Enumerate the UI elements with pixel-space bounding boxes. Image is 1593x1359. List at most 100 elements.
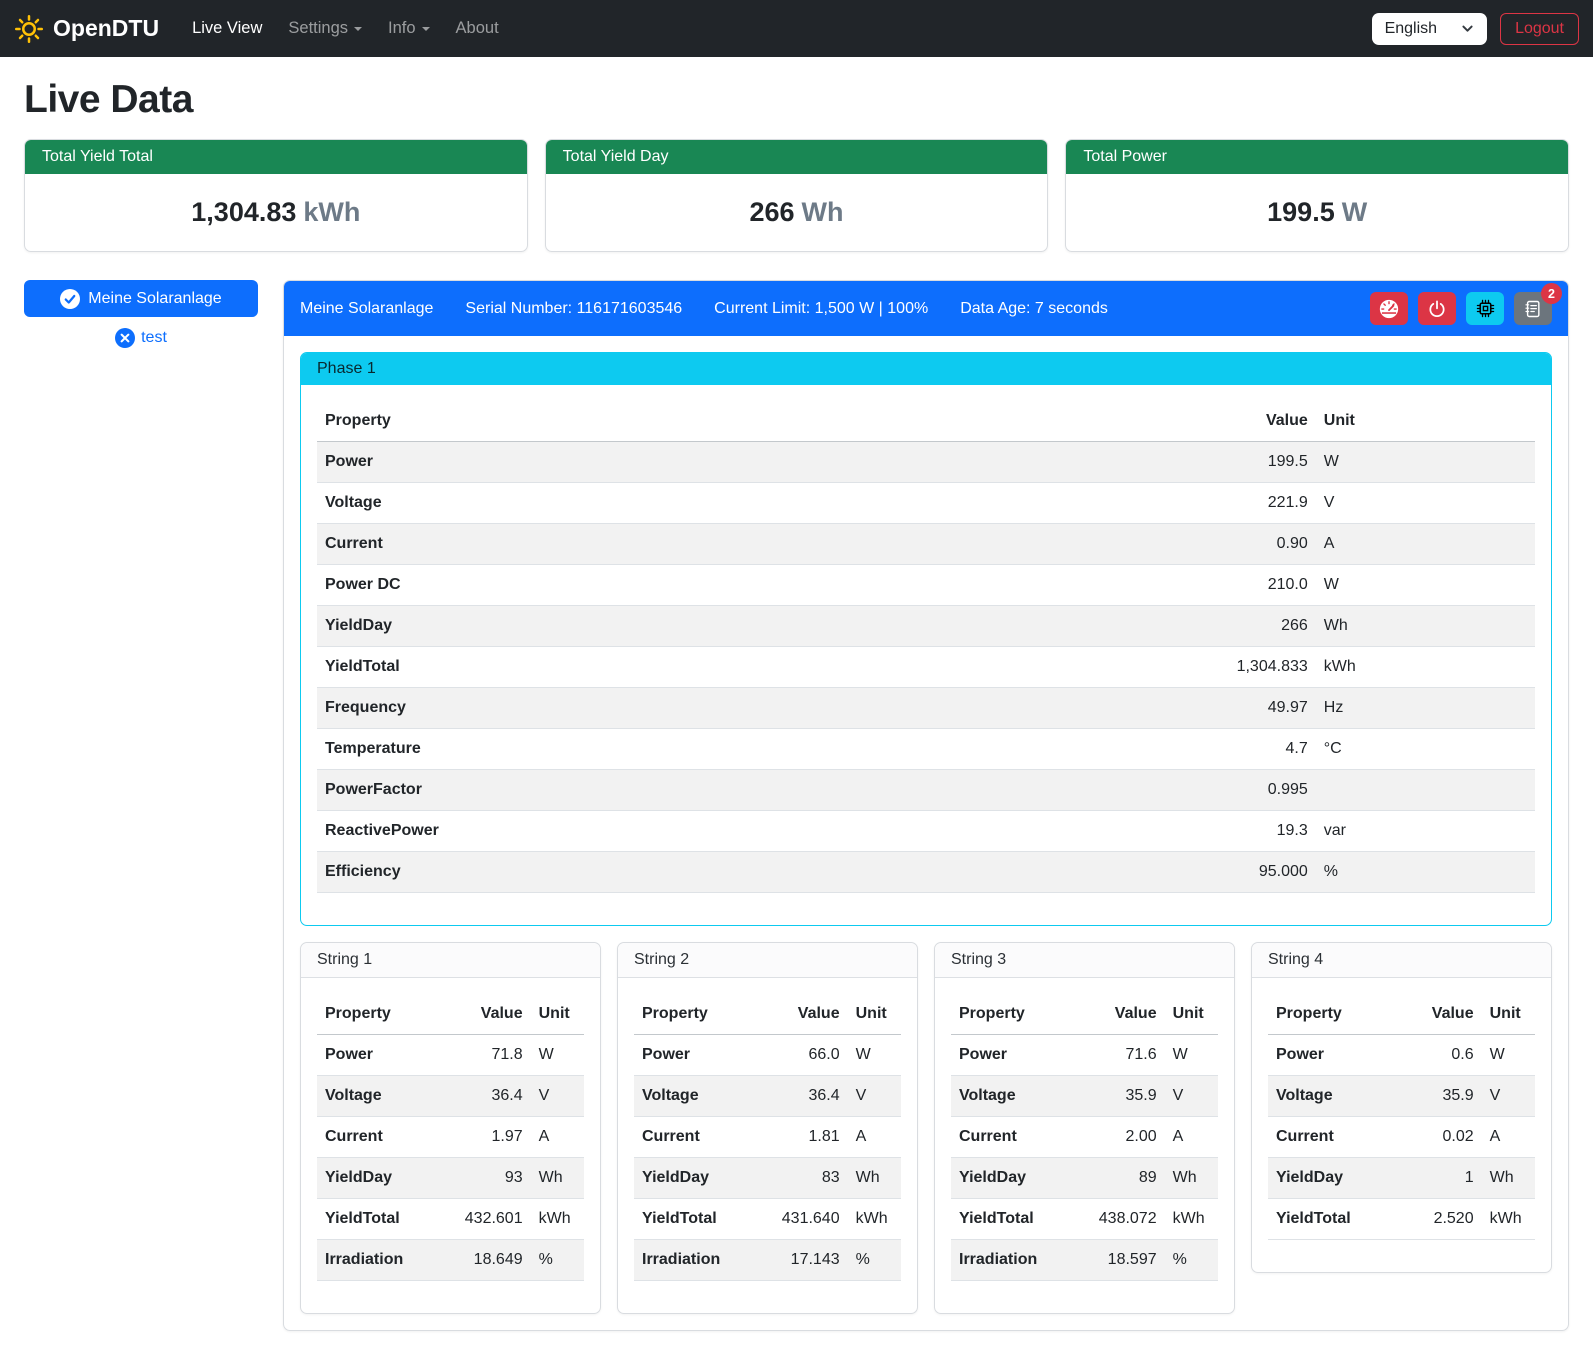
value-cell: 432.601	[437, 1199, 531, 1240]
power-toggle-button[interactable]	[1418, 292, 1456, 325]
value-cell: 2.00	[1071, 1117, 1165, 1158]
table-row: Power66.0W	[634, 1035, 901, 1076]
string-title: String 2	[618, 943, 917, 978]
unit-cell: V	[848, 1076, 901, 1117]
value-cell: 71.6	[1071, 1035, 1165, 1076]
unit-cell: Wh	[1316, 606, 1535, 647]
table-row: Temperature4.7°C	[317, 729, 1535, 770]
column-property: Property	[317, 994, 437, 1035]
column-unit: Unit	[848, 994, 901, 1035]
card-unit: Wh	[802, 197, 844, 227]
card-value: 199.5	[1267, 197, 1335, 227]
column-unit: Unit	[1165, 994, 1218, 1035]
table-header-row: Property Value Unit	[634, 994, 901, 1035]
column-unit: Unit	[1316, 401, 1535, 442]
language-value: English	[1385, 20, 1437, 38]
unit-cell: A	[848, 1117, 901, 1158]
chevron-down-icon	[1461, 22, 1474, 35]
value-cell: 1.97	[437, 1117, 531, 1158]
nav-item-info[interactable]: Info	[375, 11, 443, 46]
nav-item-settings[interactable]: Settings	[275, 11, 375, 46]
inverter-sidebar: Meine Solaranlage test	[24, 280, 258, 348]
nav-item-live-view[interactable]: Live View	[179, 11, 275, 46]
column-value: Value	[1398, 994, 1481, 1035]
unit-cell: W	[1316, 442, 1535, 483]
unit-cell: Hz	[1316, 688, 1535, 729]
string-title: String 1	[301, 943, 600, 978]
total-yield-day-card: Total Yield Day 266Wh	[545, 139, 1049, 252]
unit-cell: %	[531, 1240, 584, 1281]
value-cell: 71.8	[437, 1035, 531, 1076]
device-info-button[interactable]	[1466, 292, 1504, 325]
language-select[interactable]: English	[1372, 13, 1487, 45]
unit-cell: A	[1165, 1117, 1218, 1158]
phase-1-card: Phase 1 Property Value Unit Power199.5WV…	[300, 352, 1552, 926]
table-row: Voltage36.4V	[317, 1076, 584, 1117]
inverter-item-label: test	[141, 329, 167, 347]
inverter-actions: 2	[1370, 292, 1552, 325]
table-row: Current0.02A	[1268, 1117, 1535, 1158]
value-cell: 199.5	[915, 442, 1316, 483]
property-cell: Voltage	[317, 1076, 437, 1117]
nav-item-about[interactable]: About	[443, 11, 512, 46]
property-cell: YieldTotal	[317, 1199, 437, 1240]
string-title: String 4	[1252, 943, 1551, 978]
table-row: YieldDay266Wh	[317, 606, 1535, 647]
inverter-name: Meine Solaranlage	[300, 300, 433, 318]
table-row: Power199.5W	[317, 442, 1535, 483]
property-cell: YieldTotal	[951, 1199, 1071, 1240]
table-header-row: Property Value Unit	[951, 994, 1218, 1035]
property-cell: Current	[1268, 1117, 1398, 1158]
value-cell: 0.995	[915, 770, 1316, 811]
navbar-right: English Logout	[1372, 13, 1579, 45]
table-header-row: Property Value Unit	[317, 401, 1535, 442]
table-row: Irradiation17.143%	[634, 1240, 901, 1281]
table-row: YieldDay83Wh	[634, 1158, 901, 1199]
inverter-item-test[interactable]: test	[24, 328, 258, 348]
inverter-limit: Current Limit: 1,500 W | 100%	[714, 300, 928, 318]
logout-button[interactable]: Logout	[1500, 13, 1579, 45]
inverter-selected-button[interactable]: Meine Solaranlage	[24, 280, 258, 317]
page-content: Live Data Total Yield Total 1,304.83kWh …	[0, 78, 1593, 1345]
table-row: YieldTotal2.520kWh	[1268, 1199, 1535, 1240]
summary-row: Total Yield Total 1,304.83kWh Total Yiel…	[24, 139, 1569, 252]
event-log-button[interactable]: 2	[1514, 292, 1552, 325]
unit-cell: Wh	[1482, 1158, 1535, 1199]
table-row: Irradiation18.649%	[317, 1240, 584, 1281]
unit-cell: var	[1316, 811, 1535, 852]
value-cell: 1,304.833	[915, 647, 1316, 688]
table-row: YieldDay1Wh	[1268, 1158, 1535, 1199]
property-cell: Temperature	[317, 729, 915, 770]
phase-table: Property Value Unit Power199.5WVoltage22…	[317, 401, 1535, 893]
table-row: Efficiency95.000%	[317, 852, 1535, 893]
unit-cell: A	[1316, 524, 1535, 565]
card-title: Total Power	[1066, 140, 1568, 174]
card-unit: W	[1342, 197, 1367, 227]
unit-cell: Wh	[1165, 1158, 1218, 1199]
page-title: Live Data	[24, 78, 1569, 122]
table-header-row: Property Value Unit	[317, 994, 584, 1035]
inverter-header: Meine Solaranlage Serial Number: 1161716…	[284, 281, 1568, 336]
sun-icon	[14, 14, 44, 44]
value-cell: 0.90	[915, 524, 1316, 565]
table-row: Current0.90A	[317, 524, 1535, 565]
strings-row: String 1 Property Value Unit	[300, 942, 1552, 1314]
property-cell: YieldDay	[317, 606, 915, 647]
table-row: YieldTotal432.601kWh	[317, 1199, 584, 1240]
brand[interactable]: OpenDTU	[14, 14, 159, 44]
column-property: Property	[634, 994, 754, 1035]
property-cell: YieldDay	[634, 1158, 754, 1199]
unit-cell: W	[848, 1035, 901, 1076]
table-row: Frequency49.97Hz	[317, 688, 1535, 729]
table-row: Power0.6W	[1268, 1035, 1535, 1076]
column-value: Value	[437, 994, 531, 1035]
card-title: Total Yield Day	[546, 140, 1048, 174]
string-1-table: Property Value Unit Power71.8WVoltage36.…	[317, 994, 584, 1281]
value-cell: 0.02	[1398, 1117, 1481, 1158]
value-cell: 83	[754, 1158, 848, 1199]
property-cell: Voltage	[951, 1076, 1071, 1117]
column-value: Value	[1071, 994, 1165, 1035]
property-cell: Current	[634, 1117, 754, 1158]
limit-settings-button[interactable]	[1370, 292, 1408, 325]
value-cell: 18.649	[437, 1240, 531, 1281]
